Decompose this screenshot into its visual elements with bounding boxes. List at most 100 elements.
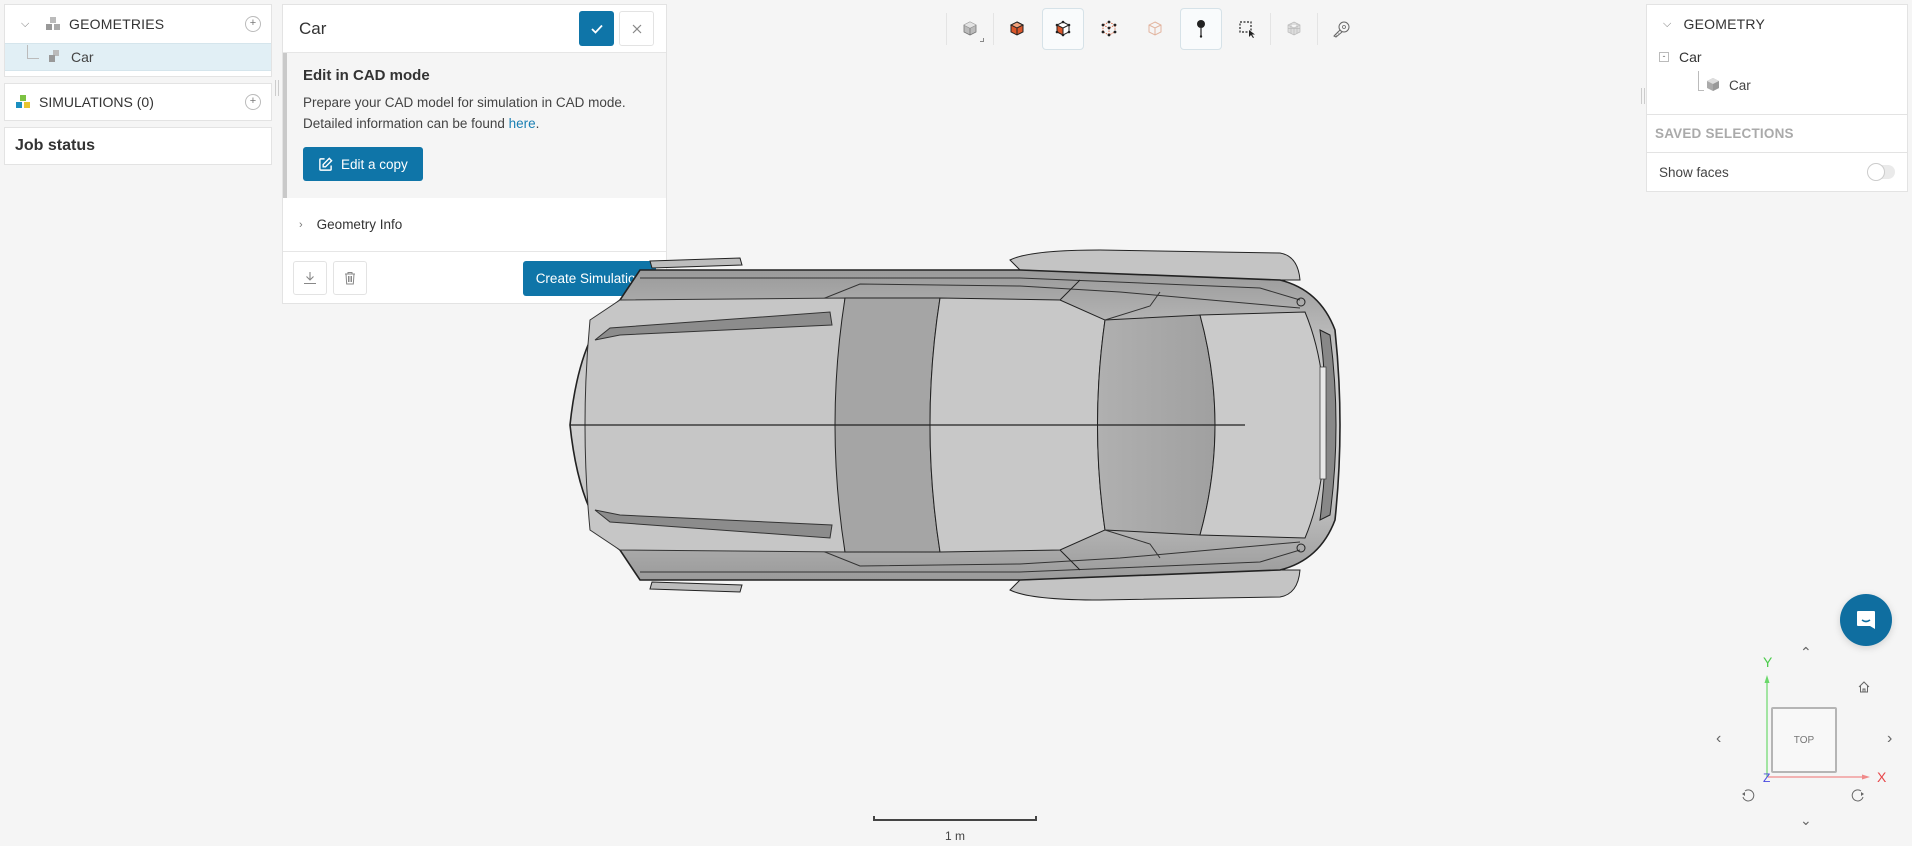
add-simulation-button[interactable]: +	[245, 94, 261, 110]
check-icon	[590, 24, 603, 34]
outline-cube-icon	[1148, 21, 1162, 36]
view-cube-widget: ⌃ ‹ › Y X Z TOP ⌄	[1716, 640, 1912, 840]
x-axis-arrow	[1862, 774, 1870, 780]
toolbar-separator	[946, 13, 947, 45]
geometry-info-label: Geometry Info	[316, 217, 403, 232]
chevron-down-icon[interactable]: ⌵	[21, 18, 35, 31]
cad-text-line-2: Detailed information can be found	[303, 116, 509, 131]
download-icon	[304, 272, 316, 285]
close-icon	[632, 24, 641, 33]
view-toolbar	[946, 7, 1364, 51]
cad-description: Prepare your CAD model for simulation in…	[303, 92, 650, 134]
close-button[interactable]	[619, 11, 654, 46]
rotate-down-arrow[interactable]: ⌄	[1800, 812, 1812, 829]
geometry-tree-header[interactable]: ⌵ GEOMETRY	[1647, 5, 1907, 43]
toolbar-button-point-marker[interactable]	[1180, 8, 1222, 50]
saved-selections-header[interactable]: SAVED SELECTIONS	[1647, 115, 1907, 153]
confirm-button[interactable]	[579, 11, 614, 46]
geometries-panel: ⌵ GEOMETRIES + Car	[4, 4, 272, 77]
trash-icon	[345, 272, 355, 285]
tree-node-child[interactable]: Car	[1705, 77, 1751, 93]
toolbar-separator	[1317, 13, 1318, 45]
tree-node-root[interactable]: - Car	[1659, 49, 1702, 65]
geometries-header[interactable]: ⌵ GEOMETRIES +	[5, 5, 271, 43]
toolbar-button-solid-edges[interactable]	[996, 8, 1038, 50]
rotate-ccw-button[interactable]	[1740, 787, 1756, 806]
geometries-icon	[45, 16, 61, 32]
geometry-tree-label: GEOMETRY	[1683, 16, 1766, 32]
dropdown-corner-indicator	[980, 38, 984, 42]
tree-branch-line	[1698, 71, 1704, 91]
rear-left-fender	[649, 257, 743, 269]
geometry-tree: - Car Car	[1647, 43, 1907, 115]
grey-cube-icon	[963, 21, 977, 36]
x-axis-label: X	[1877, 769, 1887, 785]
rotate-cw-button[interactable]	[1850, 787, 1866, 806]
toolbar-separator	[1270, 13, 1271, 45]
dialog-header: Car	[283, 5, 666, 53]
mesh-cube-icon	[1287, 21, 1301, 36]
job-status-panel[interactable]: Job status	[4, 127, 272, 165]
tree-branch-line	[27, 45, 39, 59]
car-3d-model[interactable]	[560, 240, 1350, 610]
geometries-label: GEOMETRIES	[69, 16, 165, 32]
add-geometry-button[interactable]: +	[245, 16, 261, 32]
dialog-title: Car	[299, 18, 327, 38]
simulations-icon	[15, 94, 31, 110]
chevron-down-icon[interactable]: ⌵	[1663, 18, 1672, 31]
chat-support-button[interactable]	[1840, 594, 1892, 646]
solid-body-icon	[1707, 78, 1719, 91]
toolbar-button-select-vertex[interactable]	[1088, 8, 1130, 50]
tape-measure-icon	[1333, 21, 1350, 38]
tree-node-label: Car	[1679, 49, 1702, 65]
right-panel-resize-handle[interactable]	[1641, 88, 1645, 104]
show-faces-label: Show faces	[1659, 164, 1729, 180]
geometry-tree-panel: ⌵ GEOMETRY - Car Car SAVED SELECTIONS Sh…	[1646, 4, 1908, 192]
chevron-right-icon: ›	[299, 218, 303, 231]
show-faces-row: Show faces	[1647, 153, 1907, 191]
cad-text-line-1: Prepare your CAD model for simulation in…	[303, 95, 626, 110]
z-axis-label: Z	[1763, 771, 1771, 785]
cad-period: .	[535, 116, 540, 131]
view-cube-face[interactable]: TOP	[1771, 707, 1837, 773]
rotate-ccw-icon	[1742, 789, 1755, 802]
toolbar-button-mesh-view[interactable]	[1273, 8, 1315, 50]
chat-icon	[1857, 611, 1875, 629]
edit-icon	[319, 156, 333, 171]
toolbar-button-select-volume[interactable]	[1134, 8, 1176, 50]
pin-icon	[1197, 20, 1205, 38]
toolbar-button-measure[interactable]	[1320, 8, 1362, 50]
tree-node-label: Car	[1729, 77, 1751, 93]
toolbar-button-select-face[interactable]	[1042, 8, 1084, 50]
delete-button[interactable]	[333, 261, 367, 295]
orange-cube-icon	[1009, 21, 1025, 36]
box-select-icon	[1239, 21, 1255, 38]
scale-bar: 1 m	[873, 816, 1037, 843]
toolbar-separator	[993, 13, 994, 45]
show-faces-toggle[interactable]	[1867, 163, 1895, 181]
face-select-cube-icon	[1055, 20, 1071, 37]
cad-mode-box: Edit in CAD mode Prepare your CAD model …	[283, 53, 666, 198]
scale-bar-label: 1 m	[944, 829, 965, 843]
y-axis-arrow	[1764, 675, 1770, 683]
y-axis-label: Y	[1763, 654, 1773, 670]
scale-bar-line	[873, 816, 1037, 821]
geometry-icon	[47, 49, 63, 65]
simulations-header[interactable]: SIMULATIONS (0) +	[4, 83, 272, 121]
help-link[interactable]: here	[509, 116, 536, 131]
rear-right-fender	[649, 581, 743, 593]
edit-copy-button[interactable]: Edit a copy	[303, 147, 423, 181]
job-status-label: Job status	[15, 137, 96, 154]
tree-item-label: Car	[71, 49, 94, 65]
collapse-icon[interactable]: -	[1659, 52, 1669, 62]
tree-item-car[interactable]: Car	[5, 43, 271, 71]
vertex-cube-icon	[1101, 20, 1117, 37]
rotate-cw-icon	[1851, 789, 1864, 802]
cad-title: Edit in CAD mode	[303, 67, 430, 84]
simulations-label: SIMULATIONS (0)	[39, 94, 154, 110]
toolbar-button-solid-view[interactable]	[949, 8, 991, 50]
download-button[interactable]	[293, 261, 327, 295]
toolbar-button-box-select[interactable]	[1226, 8, 1268, 50]
edit-copy-label: Edit a copy	[341, 156, 408, 172]
panel-resize-handle[interactable]	[275, 80, 279, 96]
